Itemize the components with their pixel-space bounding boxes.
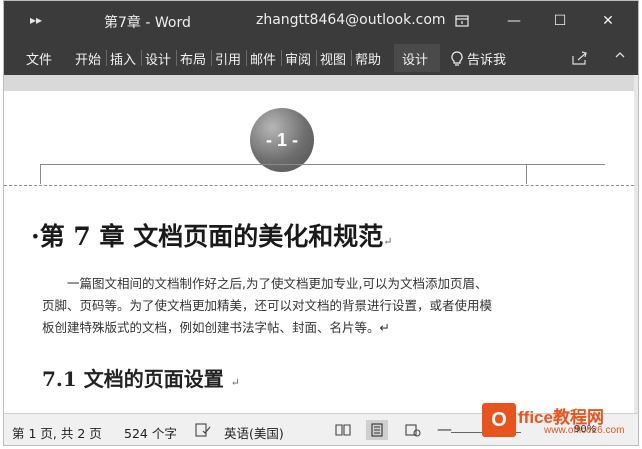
tab-separator <box>176 50 177 66</box>
paragraph-mark: ↵ <box>230 376 240 389</box>
page-number-text: - 1 - <box>265 129 298 150</box>
tab-references[interactable]: 引用 <box>215 49 241 68</box>
tab-home[interactable]: 开始 <box>75 49 101 68</box>
close-button[interactable]: ✕ <box>596 10 620 32</box>
chapter-title[interactable]: ·第 7 章 文档页面的美化和规范↵ <box>31 217 392 253</box>
vertical-scrollbar[interactable] <box>634 75 638 413</box>
tab-separator <box>281 50 282 66</box>
tell-me-search[interactable]: 告诉我 <box>451 49 506 68</box>
zoom-level[interactable]: 90% <box>574 424 596 435</box>
tab-file[interactable]: 文件 <box>26 49 52 68</box>
tab-review[interactable]: 审阅 <box>285 49 311 68</box>
section-title[interactable]: 7.1 文档的页面设置 ↵ <box>42 363 240 392</box>
header-rule-tick-left <box>40 164 41 184</box>
tab-layout[interactable]: 布局 <box>180 49 206 68</box>
header-boundary <box>4 185 634 186</box>
tab-separator <box>106 50 107 66</box>
tab-separator <box>351 50 352 66</box>
header-rule <box>40 164 605 165</box>
logo-box: O <box>482 403 516 437</box>
ribbon-display-icon[interactable] <box>450 10 474 32</box>
paragraph-line: 一篇图文相间的文档制作好之后,为了使文档更加专业,可以为文档添加页眉、 <box>67 276 488 291</box>
web-layout-icon[interactable] <box>402 420 424 440</box>
lightbulb-icon <box>451 50 463 66</box>
tab-separator <box>246 50 247 66</box>
window-title: 第7章 - Word <box>104 15 191 31</box>
header-rule-tick-right <box>526 164 527 184</box>
tab-view[interactable]: 视图 <box>320 49 346 68</box>
tab-separator <box>316 50 317 66</box>
tab-separator <box>141 50 142 66</box>
quick-access-toolbar-icon[interactable]: ▸▸ <box>30 13 42 27</box>
tab-design[interactable]: 设计 <box>145 49 171 68</box>
paragraph-line: 页脚、页码等。为了使文档更加精美，还可以对文档的背景进行设置，或者使用模 <box>42 298 493 313</box>
read-mode-icon[interactable] <box>332 420 354 440</box>
tab-help[interactable]: 帮助 <box>355 49 381 68</box>
tab-header-footer-design[interactable]: 设计 <box>402 49 428 68</box>
proofing-icon[interactable] <box>192 420 214 440</box>
tell-me-label: 告诉我 <box>467 53 507 68</box>
word-count[interactable]: 524 个字 <box>124 423 177 442</box>
title-bar: ▸▸ 第7章 - Word zhangtt8464@outlook.com — … <box>4 1 638 41</box>
chevron-up-icon[interactable] <box>614 49 626 65</box>
print-layout-icon[interactable] <box>366 420 388 440</box>
watermark-logo: O ffice教程网 www.office26.com 90% <box>476 399 638 445</box>
paragraph-line: 板创建特殊版式的文档，例如创建书法字帖、封面、名片等。↵ <box>42 320 390 335</box>
language-indicator[interactable]: 英语(美国) <box>224 423 284 442</box>
maximize-button[interactable]: ☐ <box>548 10 572 32</box>
page-count[interactable]: 第 1 页, 共 2 页 <box>12 423 102 442</box>
body-paragraph[interactable]: 一篇图文相间的文档制作好之后,为了使文档更加专业,可以为文档添加页眉、 页脚、页… <box>42 273 542 339</box>
ribbon-tabs: 文件 开始 插入 设计 布局 引用 邮件 审阅 视图 帮助 设计 告诉我 <box>4 41 638 75</box>
tab-mailings[interactable]: 邮件 <box>250 49 276 68</box>
tab-separator <box>211 50 212 66</box>
account-name[interactable]: zhangtt8464@outlook.com <box>256 12 446 28</box>
zoom-out-button[interactable]: — <box>437 420 452 438</box>
paragraph-mark: ↵ <box>383 235 393 248</box>
share-icon[interactable] <box>571 50 589 70</box>
document-page[interactable]: - 1 - ·第 7 章 文档页面的美化和规范↵ 一篇图文相间的文档制作好之后,… <box>4 91 634 413</box>
ruler-area <box>4 75 638 91</box>
word-window: ▸▸ 第7章 - Word zhangtt8464@outlook.com — … <box>3 0 639 446</box>
tab-insert[interactable]: 插入 <box>110 49 136 68</box>
minimize-button[interactable]: — <box>502 10 526 32</box>
page-number-badge: - 1 - <box>250 108 314 172</box>
